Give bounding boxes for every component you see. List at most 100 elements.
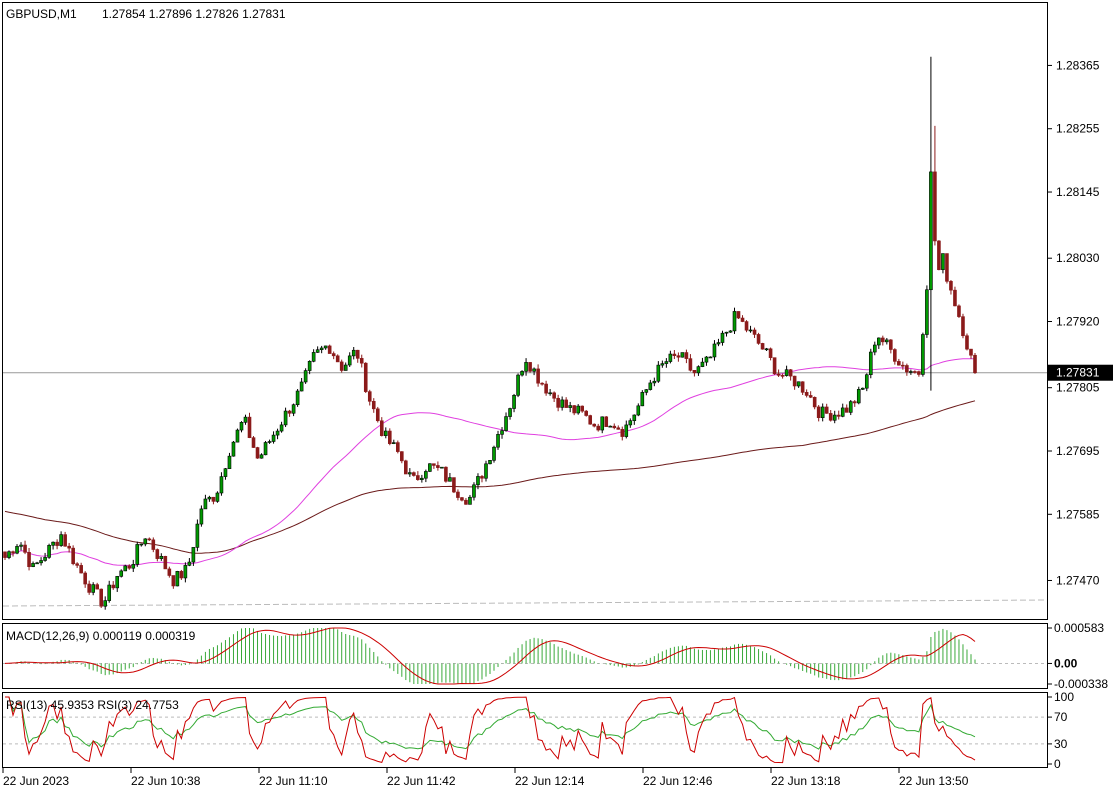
candle-body (652, 380, 657, 384)
candle-body (544, 383, 548, 394)
candle-body (540, 382, 544, 385)
candle-body (11, 551, 15, 554)
candle-body (556, 397, 560, 408)
candle-body (271, 434, 276, 442)
candle-body (207, 496, 212, 500)
candle-body (183, 565, 188, 579)
candle-body (311, 352, 316, 362)
candle-body (91, 584, 95, 593)
candle-body (648, 382, 653, 390)
candle-body (925, 289, 929, 335)
candle-body (440, 466, 444, 469)
candle-body (676, 355, 681, 358)
candle-body (472, 484, 476, 498)
candle-body (504, 416, 508, 431)
candle-body (520, 371, 524, 376)
candle-body (480, 476, 484, 479)
candle-body (295, 390, 300, 406)
candle-body (580, 405, 584, 412)
candle-body (756, 334, 761, 344)
candle-body (119, 570, 124, 577)
candle-body (155, 549, 160, 559)
candle-body (219, 476, 224, 494)
candle-body (848, 401, 853, 413)
candle-body (404, 460, 408, 475)
candle-body (949, 281, 953, 291)
candle-body (135, 544, 140, 565)
rsi-scale-label: 30 (1054, 737, 1068, 751)
candle-body (832, 414, 837, 421)
candle-body (844, 407, 849, 413)
candle-body (588, 415, 593, 425)
candle-body (15, 546, 19, 554)
candle-body (175, 571, 180, 587)
candle-body (387, 430, 392, 444)
candle-body (640, 392, 645, 407)
candle-body (436, 465, 440, 468)
candle-body (864, 374, 869, 389)
candle-body (343, 364, 348, 371)
candle-body (636, 405, 641, 416)
main-price-panel[interactable] (2, 2, 1048, 620)
candle-body (211, 496, 216, 502)
candle-body (19, 544, 23, 547)
candle-body (664, 361, 669, 364)
candle-body (47, 544, 51, 558)
macd-label: MACD(12,26,9) 0.000119 0.000319 (6, 629, 196, 643)
candle-body (792, 375, 797, 387)
symbol-label: GBPUSD,M1 (6, 7, 77, 21)
candle-body (179, 571, 184, 579)
candle-body (167, 568, 172, 576)
candle-body (552, 392, 556, 399)
current-price-label: 1.27831 (1056, 366, 1100, 380)
candle-body (877, 337, 881, 346)
candle-body (63, 534, 67, 547)
candle-body (688, 358, 693, 371)
candle-body (937, 240, 941, 271)
candle-body (788, 369, 793, 377)
candle-body (796, 381, 801, 387)
candle-body (159, 555, 164, 559)
candle-body (392, 442, 396, 444)
rsi-label: RSI(13) 45.9353 RSI(3) 24.7753 (6, 698, 179, 712)
candle-body (872, 344, 877, 353)
price-scale-label: 1.28255 (1056, 122, 1100, 136)
candle-body (720, 332, 725, 343)
candle-body (323, 345, 328, 349)
candle-body (828, 413, 833, 421)
candle-body (973, 354, 977, 374)
candle-body (620, 429, 625, 437)
candle-body (700, 361, 705, 367)
candle-body (953, 289, 957, 307)
candle-body (287, 410, 292, 414)
candle-body (772, 357, 777, 375)
candle-body (355, 349, 360, 359)
candle-body (231, 441, 236, 457)
candle-body (484, 463, 488, 479)
candle-body (616, 427, 621, 430)
candle-body (812, 397, 817, 408)
candle-body (704, 356, 709, 363)
candle-body (67, 545, 71, 549)
candle-body (780, 375, 785, 377)
candle-body (724, 331, 729, 334)
candle-body (171, 575, 176, 587)
candle-body (191, 547, 196, 563)
candle-body (351, 349, 356, 357)
candle-body (596, 425, 601, 431)
candle-body (55, 541, 59, 546)
candle-body (383, 430, 388, 436)
candle-body (291, 404, 296, 414)
candle-body (363, 362, 368, 392)
candle-body (235, 429, 240, 443)
candle-body (7, 551, 11, 558)
candle-body (804, 392, 809, 396)
candle-body (263, 442, 268, 456)
candle-body (628, 420, 633, 426)
candle-body (868, 351, 873, 376)
macd-scale-label: 0.00 (1054, 656, 1078, 670)
candle-body (331, 353, 336, 357)
chart-canvas[interactable]: 1.27831 0.000583 0.00 -0.000338 100 70 30 0 1… (0, 0, 1120, 795)
candle-body (247, 416, 252, 438)
candle-body (339, 361, 344, 371)
